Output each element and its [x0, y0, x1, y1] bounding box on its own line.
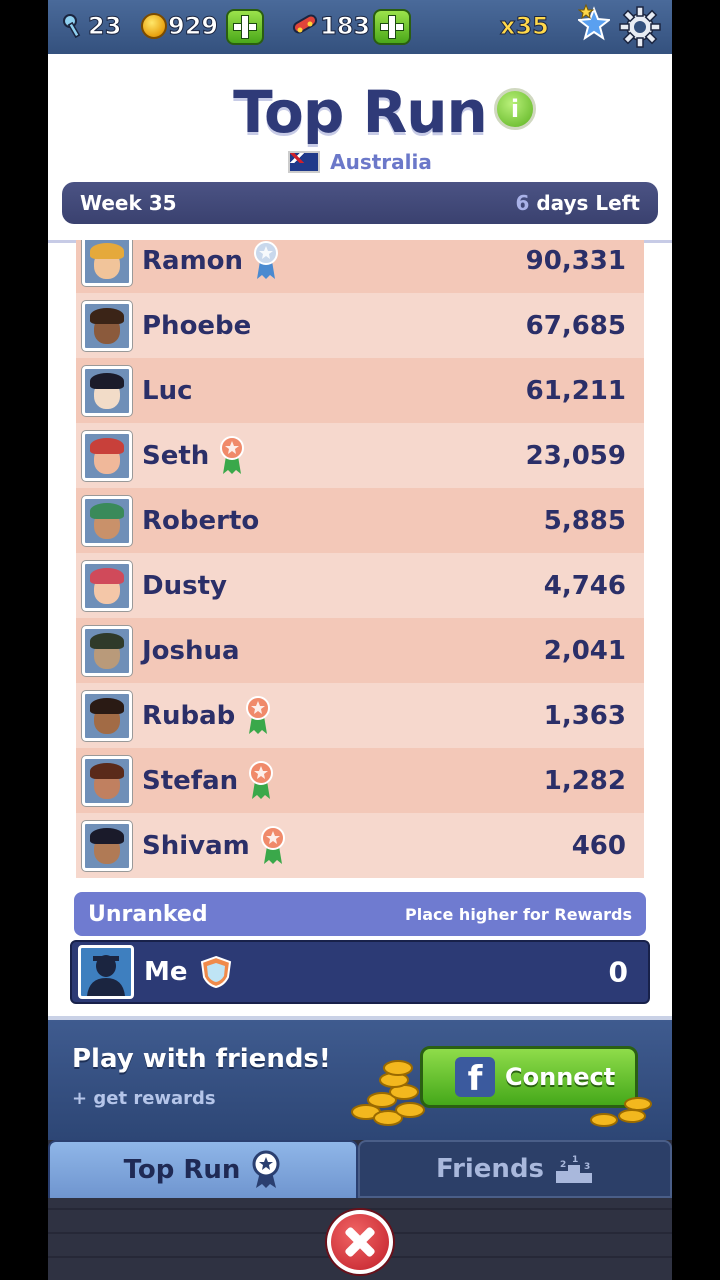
player-name: Seth: [142, 440, 210, 471]
leaderboard-row[interactable]: Joshua 2,041: [76, 618, 644, 683]
bronze-medal-icon: [260, 825, 285, 864]
leaderboard-row[interactable]: Ramon 90,331: [76, 240, 644, 293]
my-rank-row[interactable]: Me 0: [70, 940, 650, 1004]
player-score: 23,059: [525, 440, 626, 471]
player-name: Luc: [142, 375, 193, 406]
leaderboard-row[interactable]: Phoebe 67,685: [76, 293, 644, 358]
country-name: Australia: [330, 150, 432, 174]
svg-text:1: 1: [572, 1155, 578, 1165]
score-multiplier: x35: [500, 12, 550, 41]
coins-count: 929: [167, 12, 219, 41]
player-score: 460: [571, 830, 626, 861]
leaderboard-row[interactable]: Roberto 5,885: [76, 488, 644, 553]
leaderboard-row[interactable]: Luc 61,211: [76, 358, 644, 423]
buy-coins-button[interactable]: [226, 9, 264, 45]
leaderboard-list[interactable]: Ramon 90,331 Phoebe 67,685 Luc 61,211 Seth 23,0…: [48, 240, 672, 1016]
my-avatar: [78, 945, 134, 999]
player-name: Shivam: [142, 830, 250, 861]
days-left-count: 6: [515, 191, 530, 215]
leaderboard-rows: Ramon 90,331 Phoebe 67,685 Luc 61,211 Seth 23,0…: [76, 240, 644, 878]
page-title: Top Run: [233, 78, 488, 146]
keys-count: 23: [87, 12, 122, 41]
player-avatar: [82, 495, 132, 546]
key-icon: [63, 14, 81, 39]
svg-text:2: 2: [560, 1160, 566, 1170]
silver-medal-icon: [254, 240, 279, 279]
tab-top-run[interactable]: Top Run: [48, 1140, 358, 1198]
svg-text:3: 3: [584, 1162, 590, 1172]
info-icon[interactable]: i: [494, 88, 536, 130]
shield-badge-icon: [200, 955, 231, 989]
settings-gear-icon[interactable]: [618, 5, 662, 49]
australia-flag-icon: [288, 151, 321, 173]
unranked-bar: Unranked Place higher for Rewards: [74, 892, 646, 936]
week-bar: Week 35 6 days Left: [62, 182, 658, 224]
leaderboard-row[interactable]: Stefan 1,282: [76, 748, 644, 813]
player-avatar: [82, 820, 132, 871]
player-name: Ramon: [142, 245, 244, 276]
bronze-medal-icon: [220, 435, 245, 474]
my-name: Me: [144, 957, 188, 987]
connect-label: Connect: [505, 1063, 616, 1091]
leaderboard-header: Top Run i Australia Week 35 6 days Left: [48, 54, 672, 240]
player-name: Joshua: [142, 635, 240, 666]
leaderboard-row[interactable]: Rubab 1,363: [76, 683, 644, 748]
player-avatar: [82, 430, 132, 481]
leaderboard-row[interactable]: Seth 23,059: [76, 423, 644, 488]
tab-friends[interactable]: Friends 2 1 3: [358, 1140, 672, 1198]
player-score: 67,685: [525, 310, 626, 341]
promo-subtitle: + get rewards: [72, 1088, 216, 1109]
player-avatar: [82, 240, 132, 286]
multiplier-star-icon[interactable]: [578, 3, 610, 49]
close-button[interactable]: [327, 1210, 393, 1274]
title-row: Top Run: [48, 78, 672, 146]
player-name: Roberto: [142, 505, 260, 536]
buy-hoverboards-button[interactable]: [373, 9, 411, 45]
player-avatar: [82, 560, 132, 611]
player-score: 4,746: [543, 570, 626, 601]
player-avatar: [82, 300, 132, 351]
leaderboard-tabs: Top Run Friends 2 1 3: [48, 1140, 672, 1198]
podium-icon: 2 1 3: [556, 1155, 593, 1183]
bronze-medal-icon: [249, 760, 274, 799]
days-left-label: days Left: [529, 191, 640, 215]
promo-title: Play with friends!: [72, 1044, 331, 1074]
week-label: Week 35: [80, 191, 177, 215]
top-run-screen: 23 929 183 x35 Top Run i Australia Week …: [48, 0, 672, 1280]
facebook-icon: f: [455, 1057, 495, 1099]
tab-friends-label: Friends: [435, 1154, 545, 1184]
player-name: Rubab: [142, 700, 236, 731]
hoverboards-count: 183: [319, 12, 371, 41]
rewards-hint: Place higher for Rewards: [405, 904, 632, 924]
coin-icon: [141, 13, 167, 39]
player-avatar: [82, 625, 132, 676]
player-name: Dusty: [142, 570, 227, 601]
currency-bar: 23 929 183 x35: [48, 0, 672, 54]
player-score: 2,041: [543, 635, 626, 666]
player-avatar: [82, 755, 132, 806]
days-left: 6 days Left: [515, 191, 640, 215]
player-score: 61,211: [525, 375, 626, 406]
player-score: 90,331: [525, 245, 626, 276]
player-avatar: [82, 365, 132, 416]
country-row: Australia: [48, 150, 672, 174]
player-score: 5,885: [543, 505, 626, 536]
player-name: Phoebe: [142, 310, 252, 341]
coin-stack-icon: [590, 1097, 652, 1127]
player-score: 1,282: [543, 765, 626, 796]
player-name: Stefan: [142, 765, 239, 796]
ribbon-badge-icon: [252, 1150, 280, 1188]
leaderboard-row[interactable]: Shivam 460: [76, 813, 644, 878]
bronze-medal-icon: [246, 695, 271, 734]
unranked-label: Unranked: [88, 901, 208, 927]
leaderboard-row[interactable]: Dusty 4,746: [76, 553, 644, 618]
friends-promo: Play with friends! + get rewards f Conne…: [48, 1016, 672, 1140]
hoverboard-icon: [292, 14, 318, 34]
player-avatar: [82, 690, 132, 741]
tab-top-run-label: Top Run: [123, 1155, 241, 1185]
my-score: 0: [608, 955, 628, 989]
player-score: 1,363: [543, 700, 626, 731]
